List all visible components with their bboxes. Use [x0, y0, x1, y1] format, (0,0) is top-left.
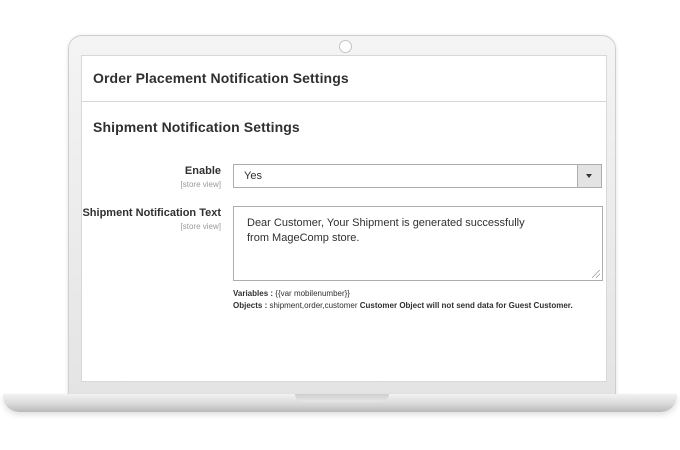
shipment-text-textarea[interactable]: Dear Customer, Your Shipment is generate… — [233, 206, 603, 281]
laptop-base — [3, 394, 677, 412]
objects-value: shipment,order,customer — [269, 301, 358, 310]
screen: Order Placement Notification Settings Sh… — [81, 55, 607, 382]
order-placement-section-title[interactable]: Order Placement Notification Settings — [93, 70, 349, 86]
guest-warning: Customer Object will not send data for G… — [359, 301, 573, 310]
laptop-notch — [295, 394, 389, 402]
webcam-icon — [339, 40, 352, 53]
enable-label: Enable — [184, 165, 221, 177]
objects-note: Objects : shipment,order,customer Custom… — [233, 300, 598, 312]
objects-label: Objects : — [233, 301, 268, 310]
shipment-text-label: Shipment Notification Text — [82, 207, 221, 219]
shipment-text-scope-label: [store view] — [180, 222, 221, 231]
enable-select[interactable]: Yes — [233, 164, 602, 188]
resize-handle-icon[interactable] — [592, 270, 600, 278]
variables-value: {{var mobilenumber}} — [275, 289, 350, 298]
variables-note: Variables : {{var mobilenumber}} — [233, 288, 598, 300]
shipment-section-title[interactable]: Shipment Notification Settings — [93, 119, 300, 135]
section-divider — [82, 101, 606, 102]
chevron-down-icon[interactable] — [577, 165, 601, 187]
enable-select-value: Yes — [244, 170, 262, 182]
enable-scope-label: [store view] — [180, 180, 221, 189]
variables-label: Variables : — [233, 289, 274, 298]
field-notes: Variables : {{var mobilenumber}} Objects… — [233, 288, 598, 312]
shipment-text-value: Dear Customer, Your Shipment is generate… — [247, 217, 525, 244]
